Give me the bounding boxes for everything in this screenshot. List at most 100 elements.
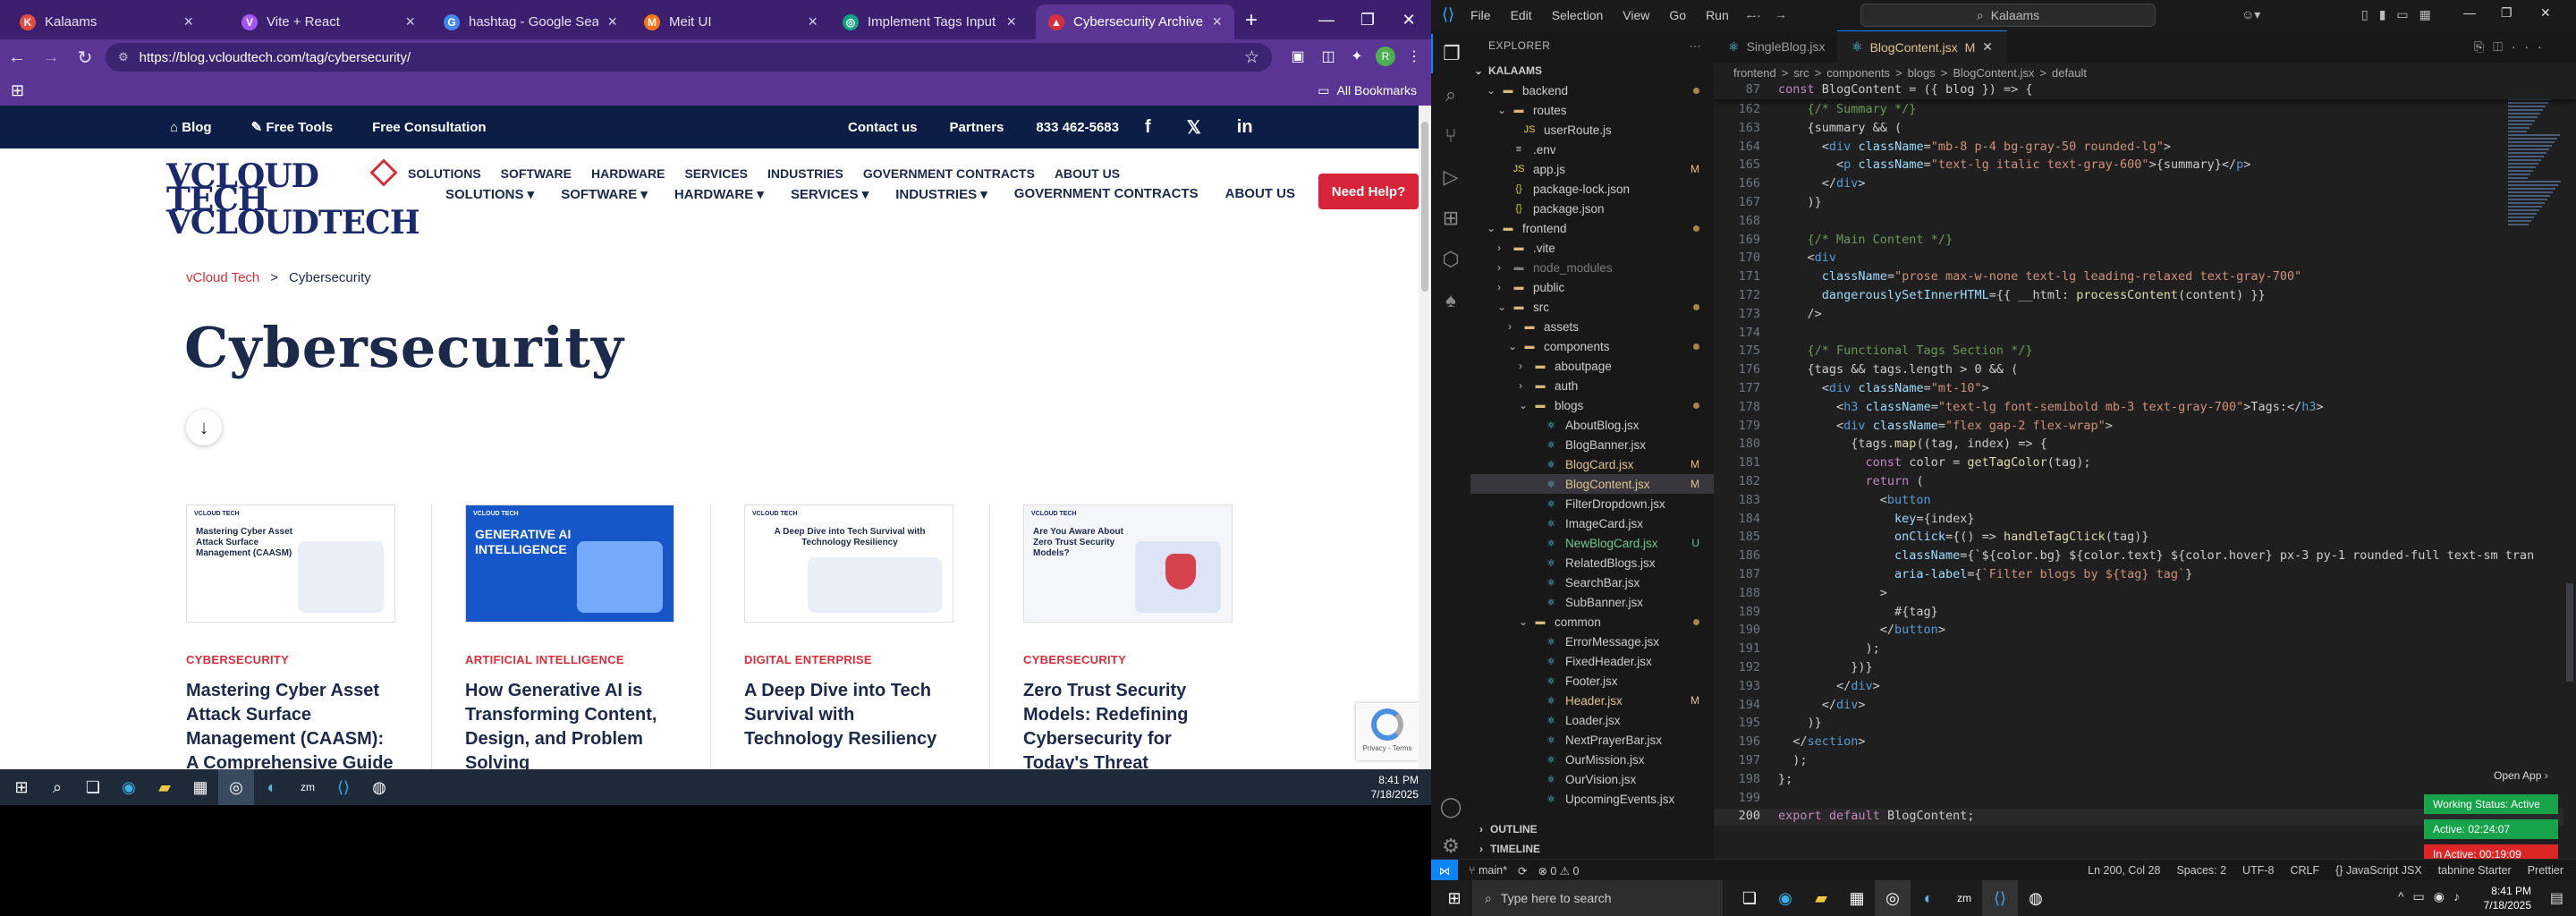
browser-tab[interactable]: ▲ Cybersecurity Archives - vCl × (1036, 4, 1234, 39)
zoom-icon[interactable]: zm (290, 769, 326, 805)
code-line[interactable]: 167 )} (1714, 195, 2576, 212)
code-line[interactable]: 171 className="prose max-w-none text-lg … (1714, 269, 2576, 286)
menu-item[interactable]: Go (1669, 8, 1686, 22)
more-actions-icon[interactable]: ··· (1690, 39, 1702, 52)
site-info-icon[interactable]: ⚙ (118, 50, 129, 64)
timeline-section[interactable]: › TIMELINE (1470, 839, 1714, 859)
edge-icon[interactable]: ◉ (111, 769, 147, 805)
tree-file[interactable]: ⚛ SubBanner.jsx (1470, 592, 1714, 612)
blog-card-image[interactable]: VCLOUD TECH A Deep Dive into Tech Surviva… (744, 505, 953, 623)
status-item[interactable]: Prettier (2528, 864, 2563, 877)
tab-close-icon[interactable]: × (607, 13, 617, 31)
breadcrumb-segment[interactable]: src (1793, 66, 1809, 80)
code-line[interactable]: 173 /> (1714, 307, 2576, 324)
nav-item[interactable]: GOVERNMENT CONTRACTS (863, 166, 1035, 181)
store-icon[interactable]: ▦ (1839, 880, 1875, 916)
code-line[interactable]: 188 > (1714, 586, 2576, 603)
status-item[interactable]: Ln 200, Col 28 (2088, 864, 2160, 877)
nav-item[interactable]: SERVICES ▾ (791, 186, 869, 202)
tab-close-icon[interactable]: ✕ (1982, 39, 1993, 55)
run-debug-icon[interactable]: ▷ (1431, 157, 1470, 197)
contact-link[interactable]: Contact us (848, 120, 918, 135)
tree-file[interactable]: ⚛ FilterDropdown.jsx (1470, 494, 1714, 513)
tree-folder[interactable]: › ▬ assets (1470, 317, 1714, 336)
tree-folder[interactable]: › ▬ public (1470, 277, 1714, 297)
phone-link[interactable]: 833 462-5683 (1036, 120, 1119, 135)
blog-card-image[interactable]: VCLOUD TECH Mastering Cyber Asset Attack … (186, 505, 395, 623)
partners-link[interactable]: Partners (950, 120, 1004, 135)
code-line[interactable]: 165 <p className="text-lg italic text-gr… (1714, 157, 2576, 174)
code-line[interactable]: 172 dangerouslySetInnerHTML={{ __html: p… (1714, 288, 2576, 305)
tree-folder[interactable]: ⌄ ▬ blogs (1470, 395, 1714, 415)
code-line[interactable]: 187 aria-label={`Filter blogs by ${tag} … (1714, 567, 2576, 584)
tree-file[interactable]: {} package-lock.json (1470, 179, 1714, 199)
scroll-down-arrow-icon[interactable]: ↓ (186, 410, 222, 445)
editor-scrollbar[interactable] (2563, 82, 2576, 859)
tree-file[interactable]: ⚛ AboutBlog.jsx (1470, 415, 1714, 435)
code-line[interactable]: 182 return ( (1714, 474, 2576, 491)
blog-card-title[interactable]: A Deep Dive into Tech Survival with Tech… (744, 679, 953, 751)
code-line[interactable]: 192 })} (1714, 660, 2576, 677)
tab-close-icon[interactable]: × (183, 13, 193, 31)
translate-icon[interactable]: ◫ (1315, 43, 1342, 70)
chatgpt-icon[interactable]: ◍ (361, 769, 397, 805)
breadcrumb-segment[interactable]: default (2052, 66, 2087, 80)
code-line[interactable]: 166 </div> (1714, 176, 2576, 193)
work-status-badge[interactable]: Active: 02:24:07 (2424, 819, 2558, 839)
problems-indicator[interactable]: ⊗ 0 ⚠ 0 (1538, 864, 1579, 878)
editor-actions-icons[interactable]: ⎘◫··· (2474, 39, 2551, 55)
nav-item[interactable]: HARDWARE ▾ (674, 186, 764, 202)
blog-card-category[interactable]: ARTIFICIAL INTELLIGENCE (465, 653, 674, 666)
extension-icon[interactable]: ▣ (1284, 43, 1311, 70)
tree-file[interactable]: ⚛ NewBlogCard.jsx U (1470, 533, 1714, 553)
apps-grid-icon[interactable]: ⊞ (11, 81, 24, 100)
need-help-button[interactable]: Need Help? (1318, 174, 1419, 209)
task-view-icon[interactable]: ❏ (75, 769, 111, 805)
editor-tab[interactable]: ⚛ BlogContent.jsx M ✕ (1837, 30, 2008, 63)
blog-card-category[interactable]: DIGITAL ENTERPRISE (744, 653, 953, 666)
tree-file[interactable]: ⚛ BlogContent.jsx M (1470, 474, 1714, 494)
tree-file[interactable]: ⚛ Loader.jsx (1470, 710, 1714, 730)
file-explorer-icon[interactable]: ▰ (147, 769, 182, 805)
x-twitter-icon[interactable]: 𝕏 (1187, 116, 1201, 139)
code-line[interactable]: 195 )} (1714, 716, 2576, 733)
browser-tab[interactable]: K Kalaams × (7, 4, 206, 39)
nav-item[interactable]: INDUSTRIES ▾ (895, 186, 987, 202)
menu-item[interactable]: File (1470, 8, 1491, 22)
reload-button[interactable]: ↻ (68, 40, 102, 74)
browser-tab[interactable]: M Meit UI × (631, 4, 830, 39)
status-item[interactable]: {} JavaScript JSX (2335, 864, 2422, 877)
code-line[interactable]: 180 {tags.map((tag, index) => { (1714, 437, 2576, 454)
app-icon[interactable]: ◐ (1911, 880, 1946, 916)
tree-folder[interactable]: ⌄ ▬ src (1470, 297, 1714, 317)
tree-folder[interactable]: ⌄ ▬ backend (1470, 81, 1714, 100)
sticky-scroll-line[interactable]: 87 const BlogContent = ({ blog }) => { (1714, 82, 2576, 99)
menu-item[interactable]: View (1623, 8, 1649, 22)
project-root[interactable]: ⌄ KALAAMS (1470, 61, 1714, 81)
code-line[interactable]: 190 </button> (1714, 623, 2576, 640)
facebook-icon[interactable]: f (1145, 117, 1151, 138)
tree-file[interactable]: ⚛ ErrorMessage.jsx (1470, 632, 1714, 651)
free-tools-link[interactable]: ✎ Free Tools (251, 119, 334, 135)
tree-folder[interactable]: ⌄ ▬ components (1470, 336, 1714, 356)
extensions-icon[interactable]: ⊞ (1431, 199, 1470, 238)
start-button-icon[interactable]: ⊞ (4, 769, 39, 805)
app-icon[interactable]: ◐ (254, 769, 290, 805)
code-line[interactable]: 196 </section> (1714, 734, 2576, 751)
chatgpt-icon[interactable]: ◍ (2018, 880, 2054, 916)
explorer-icon[interactable]: ❐ (1431, 34, 1470, 73)
blog-card-category[interactable]: CYBERSECURITY (1023, 653, 1233, 666)
blog-card[interactable]: VCLOUD TECH Mastering Cyber Asset Attack … (186, 505, 395, 769)
blog-card[interactable]: VCLOUD TECH Are You Aware About Zero Trus… (1023, 505, 1233, 769)
recaptcha-badge[interactable]: Privacy - Terms (1356, 703, 1419, 760)
file-explorer-icon[interactable]: ▰ (1803, 880, 1839, 916)
tab-close-icon[interactable]: × (808, 13, 818, 31)
tree-folder[interactable]: ⌄ ▬ common (1470, 612, 1714, 632)
inner-clock[interactable]: 8:41 PM 7/18/2025 (1371, 773, 1419, 802)
breadcrumb-segment[interactable]: frontend (1733, 66, 1776, 80)
code-line[interactable]: 193 </div> (1714, 679, 2576, 696)
vscode-minimize[interactable]: — (2463, 5, 2476, 20)
tray-icons[interactable]: ^▭◉♪ (2398, 889, 2469, 904)
blog-card-title[interactable]: Mastering Cyber Asset Attack Surface Man… (186, 679, 395, 769)
status-item[interactable]: tabnine Starter (2438, 864, 2512, 877)
